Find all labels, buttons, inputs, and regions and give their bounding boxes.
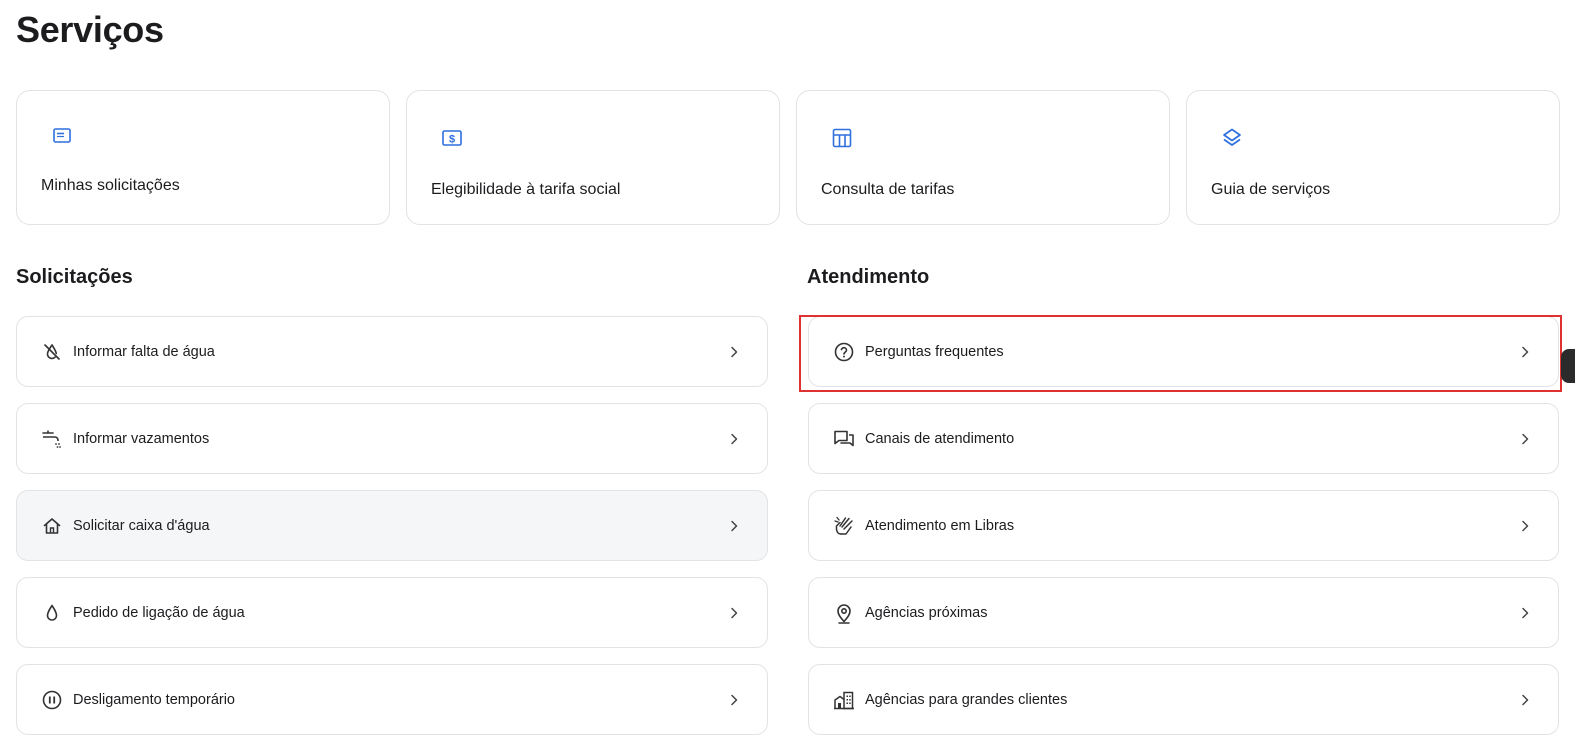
sign-language-icon	[833, 515, 855, 537]
window-icon	[51, 125, 73, 147]
card-label: Consulta de tarifas	[821, 181, 955, 198]
list-item-label: Informar vazamentos	[73, 430, 210, 447]
tap-leak-icon	[41, 428, 63, 450]
chevron-right-icon	[1518, 519, 1532, 533]
table-icon	[831, 127, 853, 149]
list-item-label: Informar falta de água	[73, 343, 215, 360]
chevron-right-icon	[727, 606, 741, 620]
chevron-right-icon	[1518, 606, 1532, 620]
services-page: Serviços Minhas solicitações $ Elegibili…	[0, 0, 1594, 753]
card-tarifa-social[interactable]: $ Elegibilidade à tarifa social	[406, 90, 780, 225]
list-item-agencias-grandes-clientes[interactable]: Agências para grandes clientes	[808, 664, 1559, 735]
droplet-icon	[41, 602, 63, 624]
section-title-solicitacoes: Solicitações	[16, 266, 133, 288]
pause-circle-icon	[41, 689, 63, 711]
list-item-informar-falta-agua[interactable]: Informar falta de água	[16, 316, 768, 387]
card-minhas-solicitacoes[interactable]: Minhas solicitações	[16, 90, 390, 225]
list-item-label: Agências próximas	[865, 604, 988, 621]
chevron-right-icon	[1518, 693, 1532, 707]
list-item-solicitar-caixa-agua[interactable]: Solicitar caixa d'água	[16, 490, 768, 561]
list-item-label: Atendimento em Libras	[865, 517, 1015, 534]
card-guia-servicos[interactable]: Guia de serviços	[1186, 90, 1560, 225]
list-item-perguntas-frequentes[interactable]: Perguntas frequentes	[808, 316, 1559, 387]
list-item-label: Pedido de ligação de água	[73, 604, 245, 621]
list-item-label: Canais de atendimento	[865, 430, 1015, 447]
list-item-agencias-proximas[interactable]: Agências próximas	[808, 577, 1559, 648]
section-title-atendimento: Atendimento	[807, 266, 930, 288]
card-label: Guia de serviços	[1211, 181, 1331, 198]
list-item-desligamento-temporario[interactable]: Desligamento temporário	[16, 664, 768, 735]
chevron-right-icon	[1518, 345, 1532, 359]
map-pin-icon	[833, 602, 855, 624]
water-off-icon	[41, 341, 63, 363]
floating-side-tab[interactable]	[1561, 349, 1575, 383]
list-item-label: Agências para grandes clientes	[865, 691, 1068, 708]
chevron-right-icon	[727, 345, 741, 359]
list-item-pedido-ligacao-agua[interactable]: Pedido de ligação de água	[16, 577, 768, 648]
svg-text:$: $	[449, 134, 455, 146]
page-title: Serviços	[16, 9, 164, 50]
card-label: Minhas solicitações	[41, 177, 180, 194]
list-item-canais-atendimento[interactable]: Canais de atendimento	[808, 403, 1559, 474]
chevron-right-icon	[727, 693, 741, 707]
help-circle-icon	[833, 341, 855, 363]
house-icon	[41, 515, 63, 537]
card-consulta-tarifas[interactable]: Consulta de tarifas	[796, 90, 1170, 225]
buildings-icon	[833, 689, 855, 711]
dollar-bill-icon: $	[441, 127, 463, 149]
list-item-atendimento-libras[interactable]: Atendimento em Libras	[808, 490, 1559, 561]
list-item-informar-vazamentos[interactable]: Informar vazamentos	[16, 403, 768, 474]
quick-access-cards: Minhas solicitações $ Elegibilidade à ta…	[16, 90, 1560, 225]
chevron-right-icon	[727, 432, 741, 446]
list-item-label: Desligamento temporário	[73, 691, 235, 708]
chat-bubbles-icon	[833, 428, 855, 450]
atendimento-list: Perguntas frequentes Canais de atendimen…	[808, 316, 1559, 735]
card-label: Elegibilidade à tarifa social	[431, 181, 621, 198]
list-item-label: Perguntas frequentes	[865, 343, 1004, 360]
layers-icon	[1221, 127, 1243, 149]
chevron-right-icon	[727, 519, 741, 533]
chevron-right-icon	[1518, 432, 1532, 446]
solicitacoes-list: Informar falta de água Informar vazament…	[16, 316, 768, 735]
list-item-label: Solicitar caixa d'água	[73, 517, 210, 534]
